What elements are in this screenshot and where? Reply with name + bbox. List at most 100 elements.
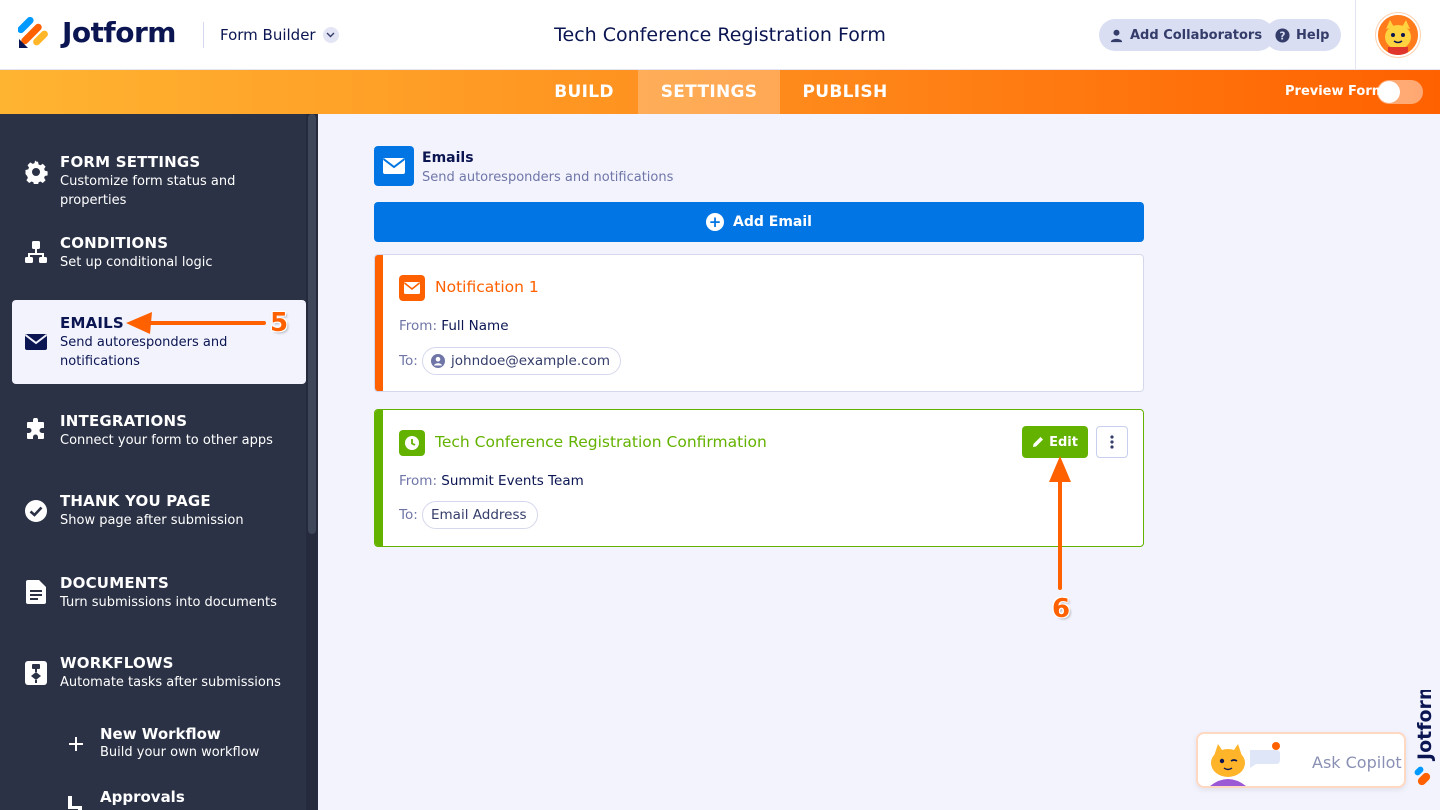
from-label: From: <box>399 473 437 489</box>
sidebar-item-title: WORKFLOWS <box>60 654 174 672</box>
sidebar-item-desc: Customize form status and properties <box>60 174 236 208</box>
sidebar-subitem-desc: Build your own workflow <box>100 745 260 760</box>
help-icon: ? <box>1275 27 1290 43</box>
jotform-logo-icon <box>17 16 50 49</box>
sidebar-item-form-settings[interactable]: FORM SETTINGS Customize form status and … <box>12 142 306 208</box>
add-email-button[interactable]: + Add Email <box>374 202 1144 242</box>
card-accent-stripe <box>375 410 383 546</box>
header-divider-right <box>1355 0 1356 70</box>
svg-text:?: ? <box>1280 30 1286 42</box>
sidebar-item-title: FORM SETTINGS <box>60 153 201 171</box>
preview-form-label: Preview Form <box>1285 84 1386 99</box>
add-collaborators-label: Add Collaborators <box>1130 27 1263 43</box>
section-title: Emails <box>422 150 474 166</box>
header-divider <box>203 22 204 48</box>
settings-sidebar: FORM SETTINGS Customize form status and … <box>0 114 318 810</box>
settings-navbar: BUILD SETTINGS PUBLISH Preview Form <box>0 70 1440 114</box>
help-label: Help <box>1296 27 1330 43</box>
edit-label: Edit <box>1049 434 1078 450</box>
to-label: To: <box>399 507 418 523</box>
sidebar-item-title: INTEGRATIONS <box>60 412 188 430</box>
more-options-button[interactable] <box>1096 426 1128 458</box>
sidebar-item-thank-you-page[interactable]: THANK YOU PAGE Show page after submissio… <box>12 482 306 542</box>
sidebar-item-desc: Turn submissions into documents <box>60 595 277 610</box>
sidebar-item-integrations[interactable]: INTEGRATIONS Connect your form to other … <box>12 402 306 462</box>
sidebar-subitem-new-workflow[interactable]: New Workflow Build your own workflow <box>0 720 306 770</box>
sidebar-item-desc: Connect your form to other apps <box>60 433 273 448</box>
ask-copilot-button[interactable]: Ask Copilot <box>1196 732 1406 788</box>
sidebar-item-desc: Send autoresponders and notifications <box>60 335 228 369</box>
to-label: To: <box>399 353 418 369</box>
approval-icon <box>66 796 86 810</box>
annotation-step-6: 6 <box>1052 594 1071 624</box>
card-accent-stripe <box>375 255 383 391</box>
card-title: Tech Conference Registration Confirmatio… <box>435 433 767 451</box>
from-row: From: Full Name <box>399 318 509 334</box>
puzzle-icon <box>24 418 48 442</box>
sidebar-item-desc: Set up conditional logic <box>60 255 213 270</box>
sidebar-item-title: EMAILS <box>60 314 124 332</box>
sidebar-item-title: THANK YOU PAGE <box>60 492 211 510</box>
form-builder-dropdown[interactable]: Form Builder <box>220 26 339 44</box>
ask-copilot-label: Ask Copilot <box>1312 753 1402 772</box>
preview-form-toggle[interactable] <box>1377 80 1423 104</box>
plus-icon <box>67 735 85 753</box>
emails-section-icon <box>374 146 414 186</box>
add-email-label: Add Email <box>733 214 812 230</box>
plus-circle-icon: + <box>706 213 725 231</box>
user-circle-icon <box>431 354 445 368</box>
sidebar-item-workflows[interactable]: WORKFLOWS Automate tasks after submissio… <box>12 644 306 704</box>
user-icon <box>1110 29 1123 42</box>
recipient-value: johndoe@example.com <box>451 353 610 369</box>
form-builder-label: Form Builder <box>220 26 316 44</box>
svg-text:Jotform: Jotform <box>1414 690 1436 762</box>
edit-button[interactable]: Edit <box>1022 426 1088 458</box>
notification-envelope-icon <box>399 275 425 301</box>
sidebar-item-desc: Show page after submission <box>60 513 244 528</box>
sidebar-item-desc: Automate tasks after submissions <box>60 675 281 690</box>
copilot-mascot-icon <box>1206 736 1286 786</box>
add-collaborators-button[interactable]: Add Collaborators <box>1099 19 1275 51</box>
sidebar-scrollbar-thumb[interactable] <box>308 114 316 534</box>
email-card-notification[interactable]: Notification 1 From: Full Name To: johnd… <box>374 254 1144 392</box>
jotform-logo[interactable]: Jotform <box>17 16 176 49</box>
email-card-autoresponder[interactable]: Tech Conference Registration Confirmatio… <box>374 409 1144 547</box>
from-label: From: <box>399 318 437 334</box>
autoresponder-clock-icon <box>399 430 425 456</box>
logo-text: Jotform <box>62 16 176 49</box>
sidebar-subitem-approvals[interactable]: Approvals <box>0 784 306 810</box>
document-icon <box>24 580 48 604</box>
toggle-knob <box>1378 81 1400 103</box>
sidebar-item-title: DOCUMENTS <box>60 574 169 592</box>
tab-build[interactable]: BUILD <box>530 70 638 114</box>
recipient-chip: johndoe@example.com <box>422 347 621 375</box>
annotation-step-5: 5 <box>270 308 289 338</box>
avatar[interactable] <box>1376 13 1420 57</box>
recipient-value: Email Address <box>431 507 527 523</box>
card-title: Notification 1 <box>435 278 539 296</box>
envelope-icon <box>24 330 48 354</box>
jotform-vertical-logo: Jotform <box>1410 680 1438 790</box>
sidebar-item-conditions[interactable]: CONDITIONS Set up conditional logic <box>12 224 306 284</box>
chevron-down-icon <box>322 27 339 43</box>
sidebar-item-title: CONDITIONS <box>60 234 169 252</box>
envelope-icon <box>383 158 405 174</box>
sidebar-item-documents[interactable]: DOCUMENTS Turn submissions into document… <box>12 564 306 624</box>
kebab-menu-icon <box>1110 435 1114 449</box>
recipient-chip: Email Address <box>422 501 538 529</box>
sidebar-subitem-title: Approvals <box>100 788 185 806</box>
sidebar-subitem-title: New Workflow <box>100 725 221 743</box>
sidebar-item-emails[interactable]: EMAILS Send autoresponders and notificat… <box>12 300 306 384</box>
jotform-vertical-logo-lettering: Jotform <box>1414 680 1436 762</box>
pencil-icon <box>1033 437 1044 447</box>
from-value: Full Name <box>441 318 509 334</box>
workflow-icon <box>24 661 48 685</box>
conditions-icon <box>24 240 48 264</box>
check-circle-icon <box>24 499 48 523</box>
tab-settings[interactable]: SETTINGS <box>638 70 780 114</box>
help-button[interactable]: ? Help <box>1265 19 1342 51</box>
tab-publish[interactable]: PUBLISH <box>780 70 910 114</box>
section-subtitle: Send autoresponders and notifications <box>422 170 674 185</box>
top-bar: Jotform Form Builder Tech Conference Reg… <box>0 0 1440 70</box>
gear-icon <box>24 160 48 184</box>
